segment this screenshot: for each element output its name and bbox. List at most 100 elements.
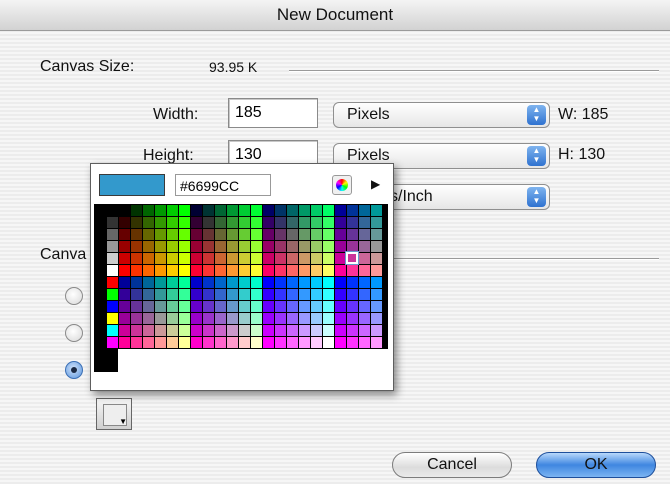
color-swatch-cell[interactable] — [107, 289, 118, 300]
color-swatch-cell[interactable] — [299, 289, 310, 300]
color-swatch-cell[interactable] — [131, 325, 142, 336]
color-swatch-cell[interactable] — [215, 229, 226, 240]
color-swatch-cell[interactable] — [287, 253, 298, 264]
color-swatch-cell[interactable] — [311, 229, 322, 240]
color-swatch-cell[interactable] — [287, 241, 298, 252]
color-swatch-cell[interactable] — [335, 289, 346, 300]
color-swatch-cell[interactable] — [95, 277, 106, 288]
color-swatch-cell[interactable] — [239, 253, 250, 264]
color-swatch-cell[interactable] — [119, 277, 130, 288]
color-swatch-cell[interactable] — [359, 205, 370, 216]
color-swatch-cell[interactable] — [227, 229, 238, 240]
color-swatch-cell[interactable] — [323, 265, 334, 276]
color-swatch-cell[interactable] — [167, 265, 178, 276]
color-swatch-cell[interactable] — [251, 241, 262, 252]
color-swatch-cell[interactable] — [215, 301, 226, 312]
color-swatch-cell[interactable] — [311, 205, 322, 216]
color-swatch-cell[interactable] — [215, 313, 226, 324]
color-swatch-cell[interactable] — [323, 301, 334, 312]
color-swatch-cell[interactable] — [227, 325, 238, 336]
color-swatch-cell[interactable] — [227, 265, 238, 276]
color-swatch-cell[interactable] — [335, 217, 346, 228]
canvas-color-icon[interactable]: ▼ — [96, 398, 132, 430]
color-swatch-cell[interactable] — [335, 277, 346, 288]
cancel-button[interactable]: Cancel — [392, 452, 512, 478]
color-swatch-cell[interactable] — [191, 301, 202, 312]
color-swatch-cell[interactable] — [131, 229, 142, 240]
color-swatch-cell[interactable] — [311, 277, 322, 288]
color-swatch-cell[interactable] — [371, 325, 382, 336]
color-swatch-cell[interactable] — [155, 241, 166, 252]
color-swatch-cell[interactable] — [203, 265, 214, 276]
color-swatch-cell[interactable] — [191, 229, 202, 240]
color-swatch-cell[interactable] — [347, 289, 358, 300]
color-swatch-cell[interactable] — [227, 253, 238, 264]
color-swatch-cell[interactable] — [299, 205, 310, 216]
color-swatch-cell[interactable] — [179, 253, 190, 264]
color-swatch-cell[interactable] — [335, 253, 346, 264]
color-swatch-cell[interactable] — [239, 289, 250, 300]
color-swatch-cell[interactable] — [107, 253, 118, 264]
color-swatch-cell[interactable] — [347, 337, 358, 348]
color-swatch-cell[interactable] — [215, 253, 226, 264]
color-swatch-cell[interactable] — [323, 337, 334, 348]
color-swatch-cell[interactable] — [95, 217, 106, 228]
color-swatch-cell[interactable] — [323, 313, 334, 324]
color-swatch-cell[interactable] — [191, 337, 202, 348]
color-swatch-cell[interactable] — [263, 325, 274, 336]
color-swatch-cell[interactable] — [167, 277, 178, 288]
canvas-option-radio-1[interactable] — [65, 287, 83, 305]
color-swatch-cell[interactable] — [191, 313, 202, 324]
color-swatch-cell[interactable] — [143, 289, 154, 300]
color-swatch-cell[interactable] — [179, 277, 190, 288]
color-swatch-cell[interactable] — [347, 313, 358, 324]
color-swatch-cell[interactable] — [119, 337, 130, 348]
color-swatch-cell[interactable] — [275, 325, 286, 336]
color-swatch-cell[interactable] — [371, 253, 382, 264]
color-swatch-cell[interactable] — [167, 253, 178, 264]
color-swatch-cell[interactable] — [239, 205, 250, 216]
color-swatch-cell[interactable] — [359, 253, 370, 264]
color-swatch-cell[interactable] — [191, 205, 202, 216]
color-swatch-cell[interactable] — [95, 205, 106, 216]
color-swatch-cell[interactable] — [263, 205, 274, 216]
color-swatch-cell[interactable] — [191, 325, 202, 336]
color-swatch-cell[interactable] — [143, 277, 154, 288]
color-swatch-cell[interactable] — [371, 229, 382, 240]
color-swatch-cell[interactable] — [239, 229, 250, 240]
color-swatch-cell[interactable] — [155, 325, 166, 336]
hex-color-field[interactable]: #6699CC — [175, 174, 271, 196]
color-swatch-cell[interactable] — [107, 325, 118, 336]
color-swatch-cell[interactable] — [227, 289, 238, 300]
color-swatch-cell[interactable] — [287, 337, 298, 348]
color-swatch-cell[interactable] — [323, 205, 334, 216]
color-swatch-cell[interactable] — [191, 241, 202, 252]
color-swatch-cell[interactable] — [335, 325, 346, 336]
color-swatch-cell[interactable] — [155, 265, 166, 276]
color-swatch-cell[interactable] — [179, 217, 190, 228]
color-swatch-cell[interactable] — [275, 313, 286, 324]
color-swatch-cell[interactable] — [335, 337, 346, 348]
color-swatch-cell[interactable] — [311, 325, 322, 336]
color-swatch-cell[interactable] — [155, 301, 166, 312]
color-swatch-cell[interactable] — [107, 229, 118, 240]
color-swatch-cell[interactable] — [347, 229, 358, 240]
color-swatch-cell[interactable] — [323, 217, 334, 228]
color-swatch-cell[interactable] — [167, 337, 178, 348]
color-swatch-cell[interactable] — [203, 289, 214, 300]
color-swatch-cell[interactable] — [347, 265, 358, 276]
color-swatch-cell[interactable] — [263, 229, 274, 240]
color-swatch-cell[interactable] — [107, 205, 118, 216]
color-swatch-cell[interactable] — [107, 349, 118, 360]
color-swatch-cell[interactable] — [203, 253, 214, 264]
color-swatch-cell[interactable] — [299, 217, 310, 228]
color-swatch-cell[interactable] — [287, 229, 298, 240]
color-swatch-cell[interactable] — [155, 217, 166, 228]
color-swatch-cell[interactable] — [227, 217, 238, 228]
color-swatch-cell[interactable] — [371, 289, 382, 300]
color-swatch-cell[interactable] — [191, 289, 202, 300]
color-swatch-cell[interactable] — [119, 217, 130, 228]
color-swatch-cell[interactable] — [143, 229, 154, 240]
color-swatch-cell[interactable] — [359, 229, 370, 240]
color-swatch-cell[interactable] — [359, 337, 370, 348]
